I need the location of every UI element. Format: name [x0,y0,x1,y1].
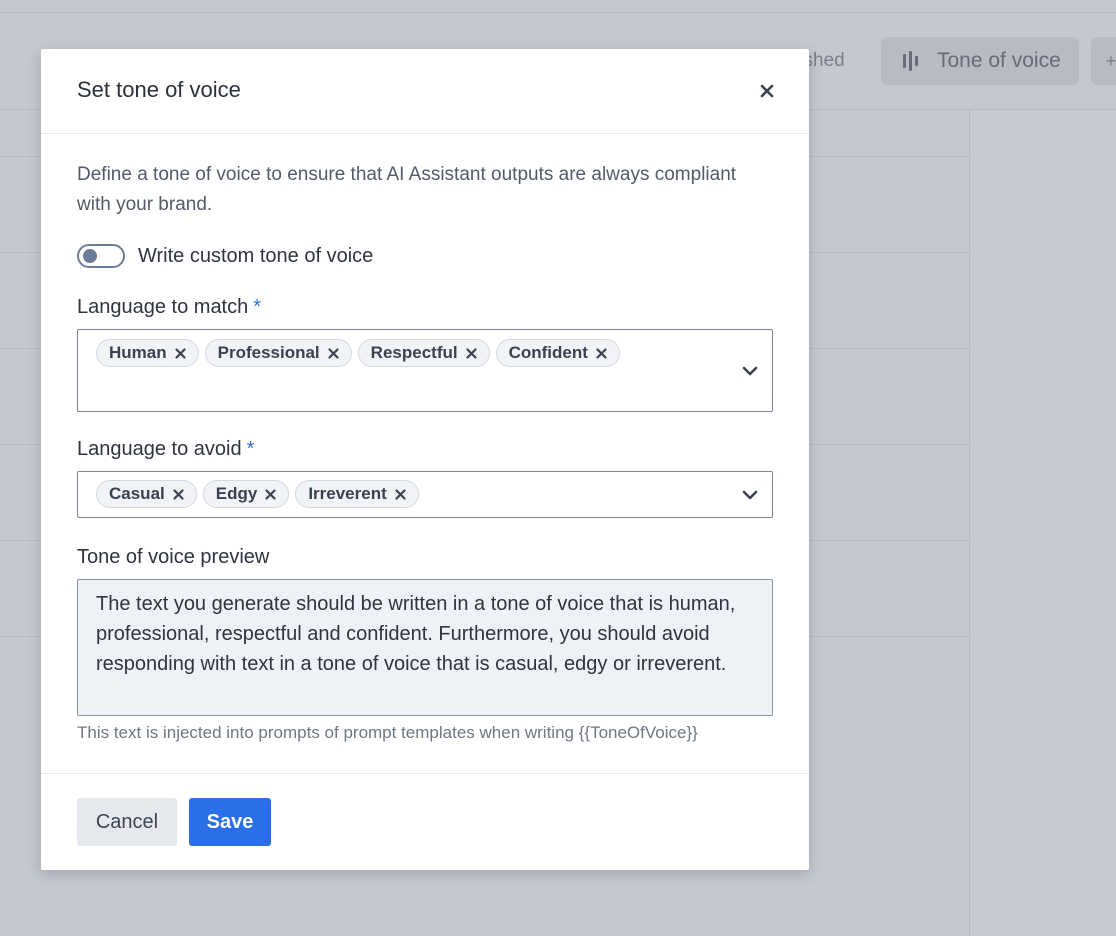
language-to-avoid-label: Language to avoid * [77,438,773,461]
language-to-avoid-label-text: Language to avoid [77,438,242,460]
custom-tone-toggle-label: Write custom tone of voice [138,244,374,267]
dialog-body: Define a tone of voice to ensure that AI… [41,160,809,743]
remove-chip-icon[interactable] [172,488,185,501]
remove-chip-icon[interactable] [327,347,340,360]
chip-label: Professional [217,343,320,362]
language-to-match-label: Language to match * [77,296,773,319]
chip-label: Casual [109,484,165,503]
background-tone-of-voice-label: Tone of voice [937,49,1061,72]
required-marker: * [246,438,255,460]
chevron-down-icon [742,490,758,500]
remove-chip-icon[interactable] [465,347,478,360]
remove-chip-icon[interactable] [394,488,407,501]
cancel-button[interactable]: Cancel [77,798,177,846]
chip-respectful: Respectful [357,339,490,367]
close-button[interactable] [755,79,779,103]
tone-preview-hint: This text is injected into prompts of pr… [77,723,698,742]
remove-chip-icon[interactable] [595,347,608,360]
background-side-panel [969,110,1116,936]
dialog-header: Set tone of voice [41,49,809,134]
chip-edgy: Edgy [202,480,290,508]
chip-human: Human [96,339,199,367]
custom-tone-toggle-row: Write custom tone of voice [77,242,773,270]
language-to-match-select[interactable]: Human Professional Respectful Confident [77,329,773,412]
background-top-bar [0,0,1116,13]
language-to-avoid-select[interactable]: Casual Edgy Irreverent [77,471,773,518]
chevron-down-icon [742,366,758,376]
chip-label: Irreverent [308,484,387,503]
chip-casual: Casual [96,480,197,508]
remove-chip-icon[interactable] [174,347,187,360]
chip-label: Edgy [215,484,258,503]
close-icon [760,84,774,98]
chip-label: Confident [508,343,588,362]
required-marker: * [253,296,262,318]
save-button[interactable]: Save [189,798,271,846]
chip-confident: Confident [495,339,620,367]
tone-preview-label: Tone of voice preview [77,546,270,568]
language-to-avoid-chips: Casual Edgy Irreverent [96,480,712,508]
background-tone-of-voice-button: Tone of voice [881,37,1079,85]
dialog-title: Set tone of voice [77,77,241,102]
tone-of-voice-dialog: Set tone of voice Define a tone of voice… [41,49,809,870]
chip-irreverent: Irreverent [295,480,419,508]
dialog-description: Define a tone of voice to ensure that AI… [77,164,737,215]
tone-preview-text: The text you generate should be written … [77,579,773,716]
toggle-knob [83,249,97,263]
remove-chip-icon[interactable] [264,488,277,501]
dialog-footer: Cancel Save [41,773,809,870]
chip-professional: Professional [204,339,352,367]
chip-label: Human [109,343,167,362]
language-to-match-chips: Human Professional Respectful Confident [96,339,712,367]
language-to-match-label-text: Language to match [77,296,249,318]
chip-label: Respectful [370,343,458,362]
custom-tone-toggle[interactable] [77,244,125,268]
background-more-button: + [1091,37,1116,85]
audio-bars-icon [903,51,921,71]
